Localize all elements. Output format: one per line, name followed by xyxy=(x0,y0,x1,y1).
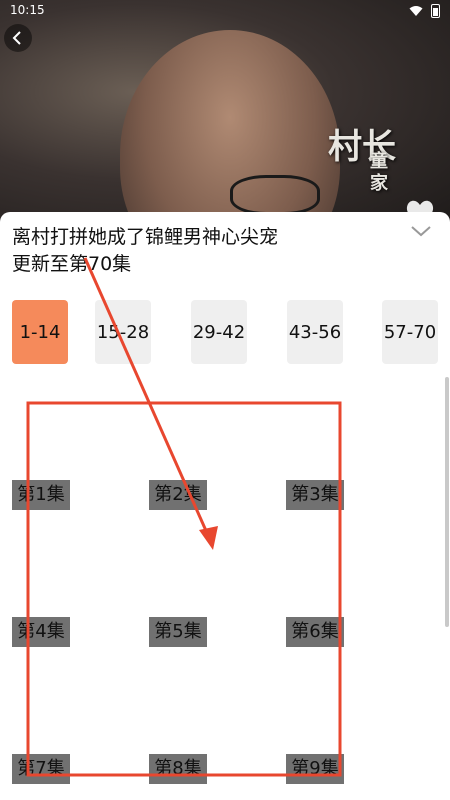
episode-item-5[interactable]: 第5集 xyxy=(149,617,207,647)
status-bar: 10:15 xyxy=(0,0,450,22)
battery-icon xyxy=(431,4,440,18)
episode-item-6[interactable]: 第6集 xyxy=(286,617,344,647)
video-frame-glasses xyxy=(230,175,320,215)
range-tab-15-28[interactable]: 15-28 xyxy=(95,300,151,364)
status-icons xyxy=(409,3,440,19)
wifi-icon xyxy=(409,6,423,16)
scrollbar[interactable] xyxy=(445,377,449,627)
episode-range-tabs: 1-14 15-28 29-42 43-56 57-70 xyxy=(0,300,450,364)
range-tab-43-56[interactable]: 43-56 xyxy=(287,300,343,364)
range-tab-1-14[interactable]: 1-14 xyxy=(12,300,68,364)
drama-title: 离村打拼她成了锦鲤男神心尖宠 xyxy=(12,226,279,248)
status-time: 10:15 xyxy=(10,3,45,17)
episode-item-1[interactable]: 第1集 xyxy=(12,480,70,510)
back-button[interactable] xyxy=(4,24,32,52)
heart-icon[interactable] xyxy=(404,196,436,228)
episode-item-3[interactable]: 第3集 xyxy=(286,480,344,510)
video-calligraphy-text: 村长 童家 xyxy=(328,125,396,194)
episode-item-9[interactable]: 第9集 xyxy=(286,754,344,784)
range-tab-57-70[interactable]: 57-70 xyxy=(382,300,438,364)
video-player[interactable]: 村长 童家 xyxy=(0,0,450,230)
range-tab-29-42[interactable]: 29-42 xyxy=(191,300,247,364)
update-status: 更新至第70集 xyxy=(12,253,132,275)
episode-panel: 离村打拼她成了锦鲤男神心尖宠 更新至第70集 1-14 15-28 29-42 … xyxy=(0,212,450,800)
episode-item-8[interactable]: 第8集 xyxy=(149,754,207,784)
episode-item-4[interactable]: 第4集 xyxy=(12,617,70,647)
chevron-left-icon xyxy=(12,31,21,45)
calligraphy-small: 童家 xyxy=(370,151,388,194)
episode-item-7[interactable]: 第7集 xyxy=(12,754,70,784)
episode-item-2[interactable]: 第2集 xyxy=(149,480,207,510)
